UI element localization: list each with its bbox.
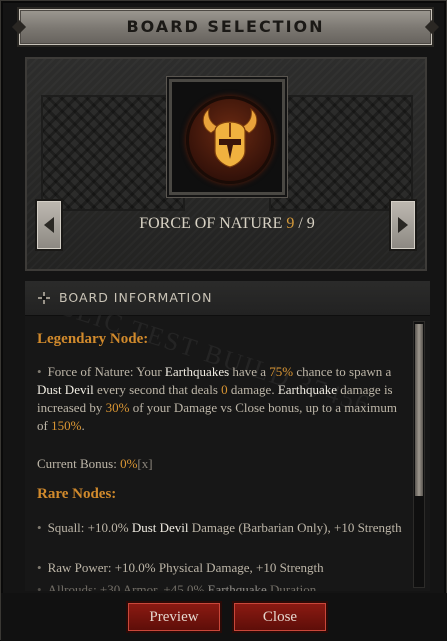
board-selection-window: BOARD SELECTION FORCE OF NATURE 9 / 9 BO… [0,0,447,641]
rare-node-item: • Squall: +10.0% Dust Devil Damage (Barba… [37,520,402,535]
horned-helm-icon [186,96,274,184]
preview-button[interactable]: Preview [128,603,220,631]
right-carving-decoration [269,95,413,211]
legendary-node-title: Legendary Node: [37,331,149,347]
arrow-right-icon [398,217,408,233]
board-information-content: PUBLIC TEST BUILD 37456 Legendary Node: … [25,315,413,591]
window-title: BOARD SELECTION [126,17,325,36]
board-emblem-frame [169,79,285,195]
board-name-label: FORCE OF NATURE 9 / 9 [137,215,317,233]
left-carving-decoration [41,95,185,211]
current-bonus-value: 0% [120,456,138,471]
rare-node-item: • Allrouds: +30 Armor, +45.0% Earthquake … [37,582,317,591]
expand-plus-icon [38,292,50,304]
board-information-header[interactable]: BOARD INFORMATION [25,281,430,316]
legendary-node-description: • Force of Nature: Your Earthquakes have … [37,364,397,433]
info-scrollbar-thumb[interactable] [415,324,423,496]
rare-nodes-title: Rare Nodes: [37,486,117,502]
board-navigation: FORCE OF NATURE 9 / 9 [37,201,415,249]
board-information-title: BOARD INFORMATION [59,290,213,305]
previous-board-button[interactable] [37,201,61,249]
current-bonus-line: Current Bonus: 0%[x] [37,455,405,473]
current-bonus-tag: [x] [137,456,153,471]
footer-bar: Preview Close [1,593,447,641]
board-name: FORCE OF NATURE [139,215,283,232]
rare-node-item: • Raw Power: +10.0% Physical Damage, +10 … [37,560,324,575]
next-board-button[interactable] [391,201,415,249]
close-button[interactable]: Close [234,603,326,631]
arrow-left-icon [44,217,54,233]
board-total: / 9 [298,215,315,232]
board-count: 9 [286,215,295,232]
title-bar: BOARD SELECTION [11,9,440,45]
current-bonus-label: Current Bonus: [37,456,121,471]
info-scrollbar[interactable] [413,321,425,588]
board-information-panel: BOARD INFORMATION PUBLIC TEST BUILD 3745… [25,281,430,591]
